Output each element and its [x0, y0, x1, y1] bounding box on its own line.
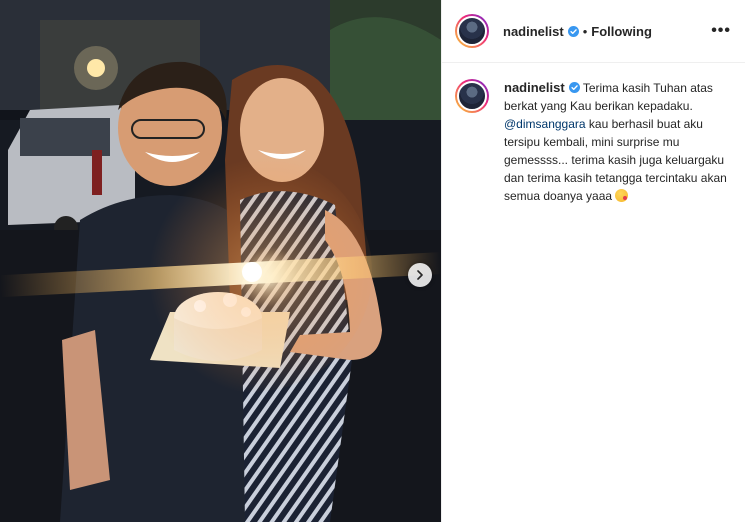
avatar-image	[457, 81, 487, 111]
verified-badge-icon	[568, 82, 580, 93]
caption-username-link[interactable]: nadinelist	[504, 80, 565, 95]
caption: nadinelist Terima kasih Tuhan atas berka…	[442, 63, 745, 205]
mention-link[interactable]: @dimsanggara	[504, 117, 586, 131]
avatar[interactable]	[455, 14, 489, 48]
username-link[interactable]: nadinelist	[503, 24, 564, 39]
carousel-next-button[interactable]	[408, 263, 432, 287]
post-header: nadinelist • Following •••	[442, 0, 745, 63]
chevron-right-icon	[417, 270, 423, 280]
blowing-kiss-emoji-icon	[615, 189, 629, 202]
photo-illustration	[0, 0, 441, 522]
more-options-icon[interactable]: •••	[711, 23, 731, 39]
instagram-post: nadinelist • Following ••• nadinelist Te…	[0, 0, 745, 522]
caption-avatar[interactable]	[455, 79, 489, 113]
post-photo[interactable]	[0, 0, 441, 522]
following-button[interactable]: Following	[591, 24, 652, 39]
separator-dot: •	[582, 23, 588, 39]
avatar-image	[457, 16, 487, 46]
post-side-panel: nadinelist • Following ••• nadinelist Te…	[441, 0, 745, 522]
caption-text: nadinelist Terima kasih Tuhan atas berka…	[504, 79, 729, 205]
verified-badge-icon	[567, 25, 579, 37]
